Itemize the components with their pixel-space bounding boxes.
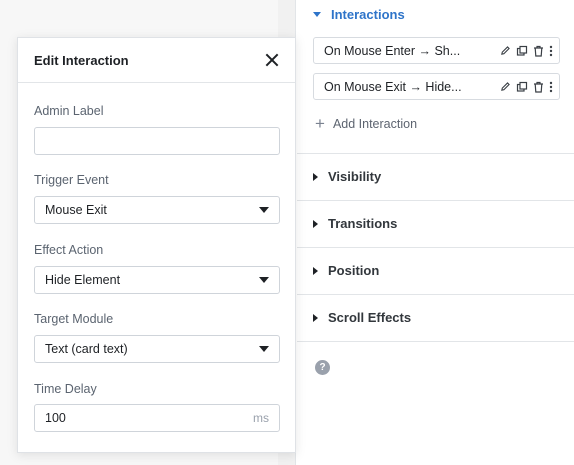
time-delay-label: Time Delay <box>34 382 97 396</box>
caret-right-icon <box>313 219 318 228</box>
interaction-label: On Mouse Enter → Sh... <box>324 43 461 58</box>
edit-icon[interactable] <box>500 81 511 92</box>
target-module-select[interactable]: Text (card text) <box>34 335 280 363</box>
time-delay-input[interactable]: 100 ms <box>34 404 280 432</box>
section-transitions[interactable]: Transitions <box>313 216 397 231</box>
help-icon[interactable]: ? <box>315 360 330 375</box>
more-icon[interactable] <box>549 45 553 57</box>
section-visibility[interactable]: Visibility <box>313 169 381 184</box>
settings-panel: Interactions On Mouse Enter → Sh... On M… <box>297 0 574 465</box>
duplicate-icon[interactable] <box>516 45 528 57</box>
caret-right-icon <box>313 313 318 322</box>
close-icon[interactable] <box>265 53 279 67</box>
section-position[interactable]: Position <box>313 263 379 278</box>
section-label: Scroll Effects <box>328 310 412 325</box>
target-module-value: Text (card text) <box>45 342 128 356</box>
plus-icon: + <box>315 114 325 133</box>
dropdown-arrow-icon <box>259 277 269 283</box>
caret-down-icon <box>313 12 321 17</box>
interaction-label: On Mouse Exit → Hide... <box>324 79 462 94</box>
section-label: Visibility <box>328 169 382 184</box>
divider <box>297 247 574 248</box>
admin-label-label: Admin Label <box>34 104 104 118</box>
duplicate-icon[interactable] <box>516 81 528 93</box>
dropdown-arrow-icon <box>259 346 269 352</box>
time-delay-value: 100 <box>45 411 66 425</box>
section-label: Transitions <box>328 216 398 231</box>
divider <box>297 153 574 154</box>
trash-icon[interactable] <box>533 81 544 93</box>
caret-right-icon <box>313 172 318 181</box>
trigger-event-value: Mouse Exit <box>45 203 107 217</box>
effect-action-label: Effect Action <box>34 243 104 257</box>
section-label: Position <box>328 263 380 278</box>
modal-header: Edit Interaction <box>18 38 295 83</box>
add-interaction-button[interactable]: + Add Interaction <box>315 115 417 132</box>
target-module-label: Target Module <box>34 312 114 326</box>
interactions-title: Interactions <box>331 7 405 22</box>
modal-title: Edit Interaction <box>34 52 129 68</box>
interactions-toggle[interactable]: Interactions <box>313 7 405 22</box>
section-scroll-effects[interactable]: Scroll Effects <box>313 310 411 325</box>
effect-action-select[interactable]: Hide Element <box>34 266 280 294</box>
caret-right-icon <box>313 266 318 275</box>
effect-action-value: Hide Element <box>45 273 121 287</box>
divider <box>297 294 574 295</box>
edit-icon[interactable] <box>500 45 511 56</box>
divider <box>297 341 574 342</box>
add-interaction-label: Add Interaction <box>332 116 418 131</box>
dropdown-arrow-icon <box>259 207 269 213</box>
admin-label-input[interactable] <box>34 127 280 155</box>
divider <box>297 200 574 201</box>
edit-interaction-modal: Edit Interaction Admin Label Trigger Eve… <box>17 37 296 453</box>
time-delay-unit: ms <box>253 411 269 425</box>
trash-icon[interactable] <box>533 45 544 57</box>
trigger-event-select[interactable]: Mouse Exit <box>34 196 280 224</box>
more-icon[interactable] <box>549 81 553 93</box>
trigger-event-label: Trigger Event <box>34 173 109 187</box>
interaction-item[interactable]: On Mouse Enter → Sh... <box>313 37 560 64</box>
interaction-item[interactable]: On Mouse Exit → Hide... <box>313 73 560 100</box>
